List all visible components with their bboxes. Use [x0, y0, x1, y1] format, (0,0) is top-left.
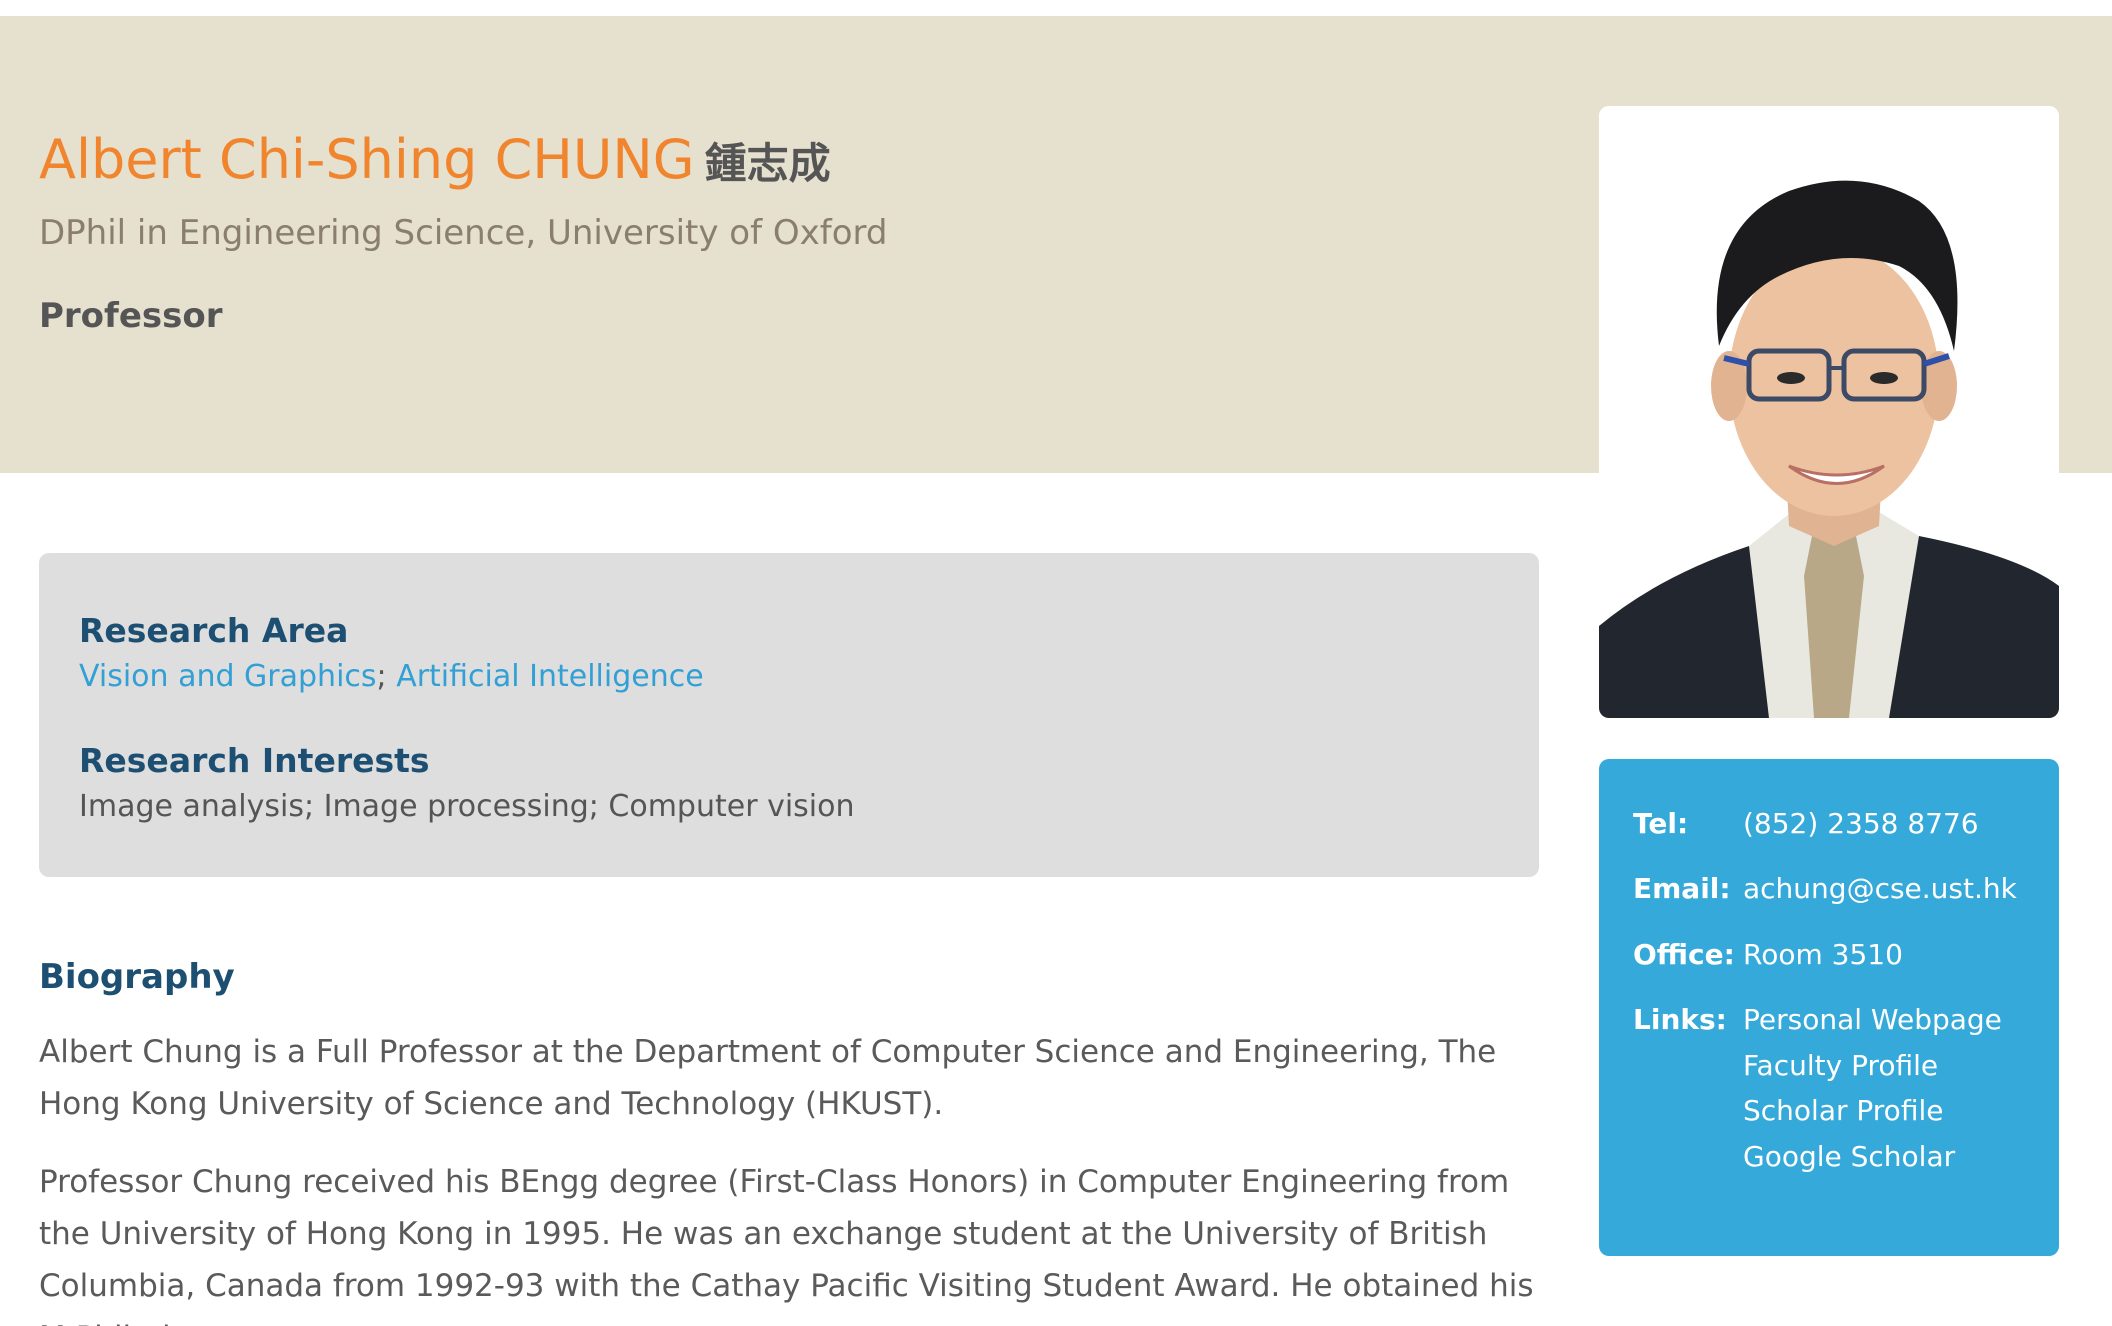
- biography-paragraph: Albert Chung is a Full Professor at the …: [39, 1034, 1497, 1122]
- research-area-separator: ;: [376, 659, 397, 694]
- research-panel: Research Area Vision and Graphics; Artif…: [39, 553, 1539, 877]
- research-area-link[interactable]: Vision and Graphics: [79, 659, 377, 694]
- email-label: Email:: [1633, 872, 1731, 905]
- research-interests-heading: Research Interests: [79, 741, 430, 780]
- tel-value: (852) 2358 8776: [1743, 807, 1979, 840]
- links-label: Links:: [1633, 1003, 1727, 1036]
- office-value: Room 3510: [1743, 938, 1903, 971]
- profile-name-line: Albert Chi-Shing CHUNG 鍾志成: [39, 128, 831, 191]
- faculty-profile-link[interactable]: Faculty Profile: [1743, 1049, 1938, 1082]
- biography-paragraph: Professor Chung received his BEngg degre…: [39, 1164, 1534, 1326]
- email-link[interactable]: achung@cse.ust.hk: [1743, 872, 2017, 905]
- portrait-image: [1599, 106, 2059, 718]
- top-strip: [0, 0, 2112, 16]
- profile-chinese-name: 鍾志成: [704, 139, 831, 188]
- research-area-heading: Research Area: [79, 611, 349, 650]
- contact-card: Tel: (852) 2358 8776 Email: achung@cse.u…: [1599, 759, 2059, 1256]
- profile-name: Albert Chi-Shing CHUNG: [39, 128, 695, 191]
- profile-position: Professor: [39, 296, 223, 336]
- google-scholar-link[interactable]: Google Scholar: [1743, 1140, 1955, 1173]
- research-area-link[interactable]: Artificial Intelligence: [396, 659, 704, 694]
- personal-webpage-link[interactable]: Personal Webpage: [1743, 1003, 2002, 1036]
- profile-degree: DPhil in Engineering Science, University…: [39, 213, 888, 253]
- tel-label: Tel:: [1633, 807, 1689, 840]
- research-interests-text: Image analysis; Image processing; Comput…: [79, 789, 855, 824]
- scholar-profile-link[interactable]: Scholar Profile: [1743, 1094, 1943, 1127]
- biography-heading: Biography: [39, 957, 235, 997]
- office-label: Office:: [1633, 938, 1735, 971]
- research-area-list: Vision and Graphics; Artificial Intellig…: [79, 659, 704, 694]
- profile-photo: [1599, 106, 2059, 718]
